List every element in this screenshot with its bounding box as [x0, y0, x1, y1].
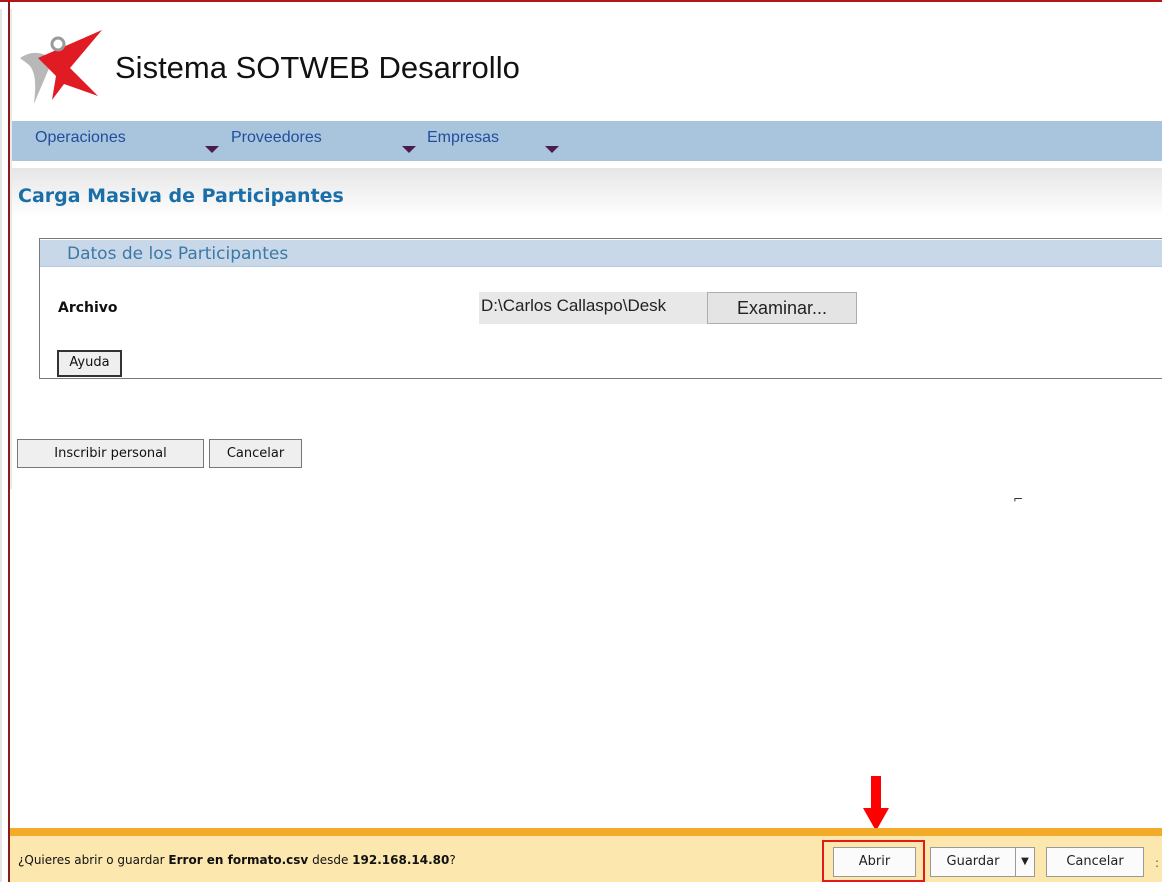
more-icon[interactable]: :: [1155, 856, 1159, 870]
annotation-arrow-shaft: [871, 776, 881, 810]
download-filename: Error en formato.csv: [168, 853, 309, 867]
file-label: Archivo: [58, 300, 118, 316]
browse-button[interactable]: Examinar...: [707, 292, 857, 324]
register-personnel-button[interactable]: Inscribir personal: [17, 439, 204, 468]
chevron-down-icon[interactable]: [545, 146, 559, 153]
sotweb-logo-icon: [18, 28, 104, 106]
help-button[interactable]: Ayuda: [57, 350, 122, 377]
download-message-prefix: ¿Quieres abrir o guardar: [18, 853, 169, 867]
download-message-suffix: ?: [449, 853, 456, 867]
download-message: ¿Quieres abrir o guardar Error en format…: [18, 853, 456, 867]
annotation-highlight-box: [822, 840, 925, 882]
download-cancel-button[interactable]: Cancelar: [1046, 847, 1144, 877]
cancel-button[interactable]: Cancelar: [209, 439, 302, 468]
mouse-cursor-icon: ⌐: [1013, 492, 1024, 506]
content-border: [10, 9, 12, 489]
menu-bar: [12, 121, 1162, 161]
menu-item-empresas[interactable]: Empresas: [427, 129, 499, 147]
window-border-outer: [0, 2, 2, 882]
download-host: 192.168.14.80: [352, 853, 450, 867]
file-path-input[interactable]: D:\Carlos Callaspo\Desk: [479, 292, 707, 324]
menu-item-proveedores[interactable]: Proveedores: [231, 129, 322, 147]
chevron-down-icon[interactable]: [402, 146, 416, 153]
download-message-middle: desde: [308, 853, 353, 867]
menu-item-operaciones[interactable]: Operaciones: [35, 129, 126, 147]
download-save-button[interactable]: Guardar: [930, 847, 1016, 877]
save-options-chevron-down-icon[interactable]: ▼: [1015, 847, 1035, 877]
fieldset-title: Datos de los Participantes: [67, 244, 289, 264]
window-border-top: [0, 0, 1162, 9]
app-title: Sistema SOTWEB Desarrollo: [115, 50, 520, 85]
chevron-down-icon[interactable]: [205, 146, 219, 153]
page-title: Carga Masiva de Participantes: [18, 185, 344, 207]
